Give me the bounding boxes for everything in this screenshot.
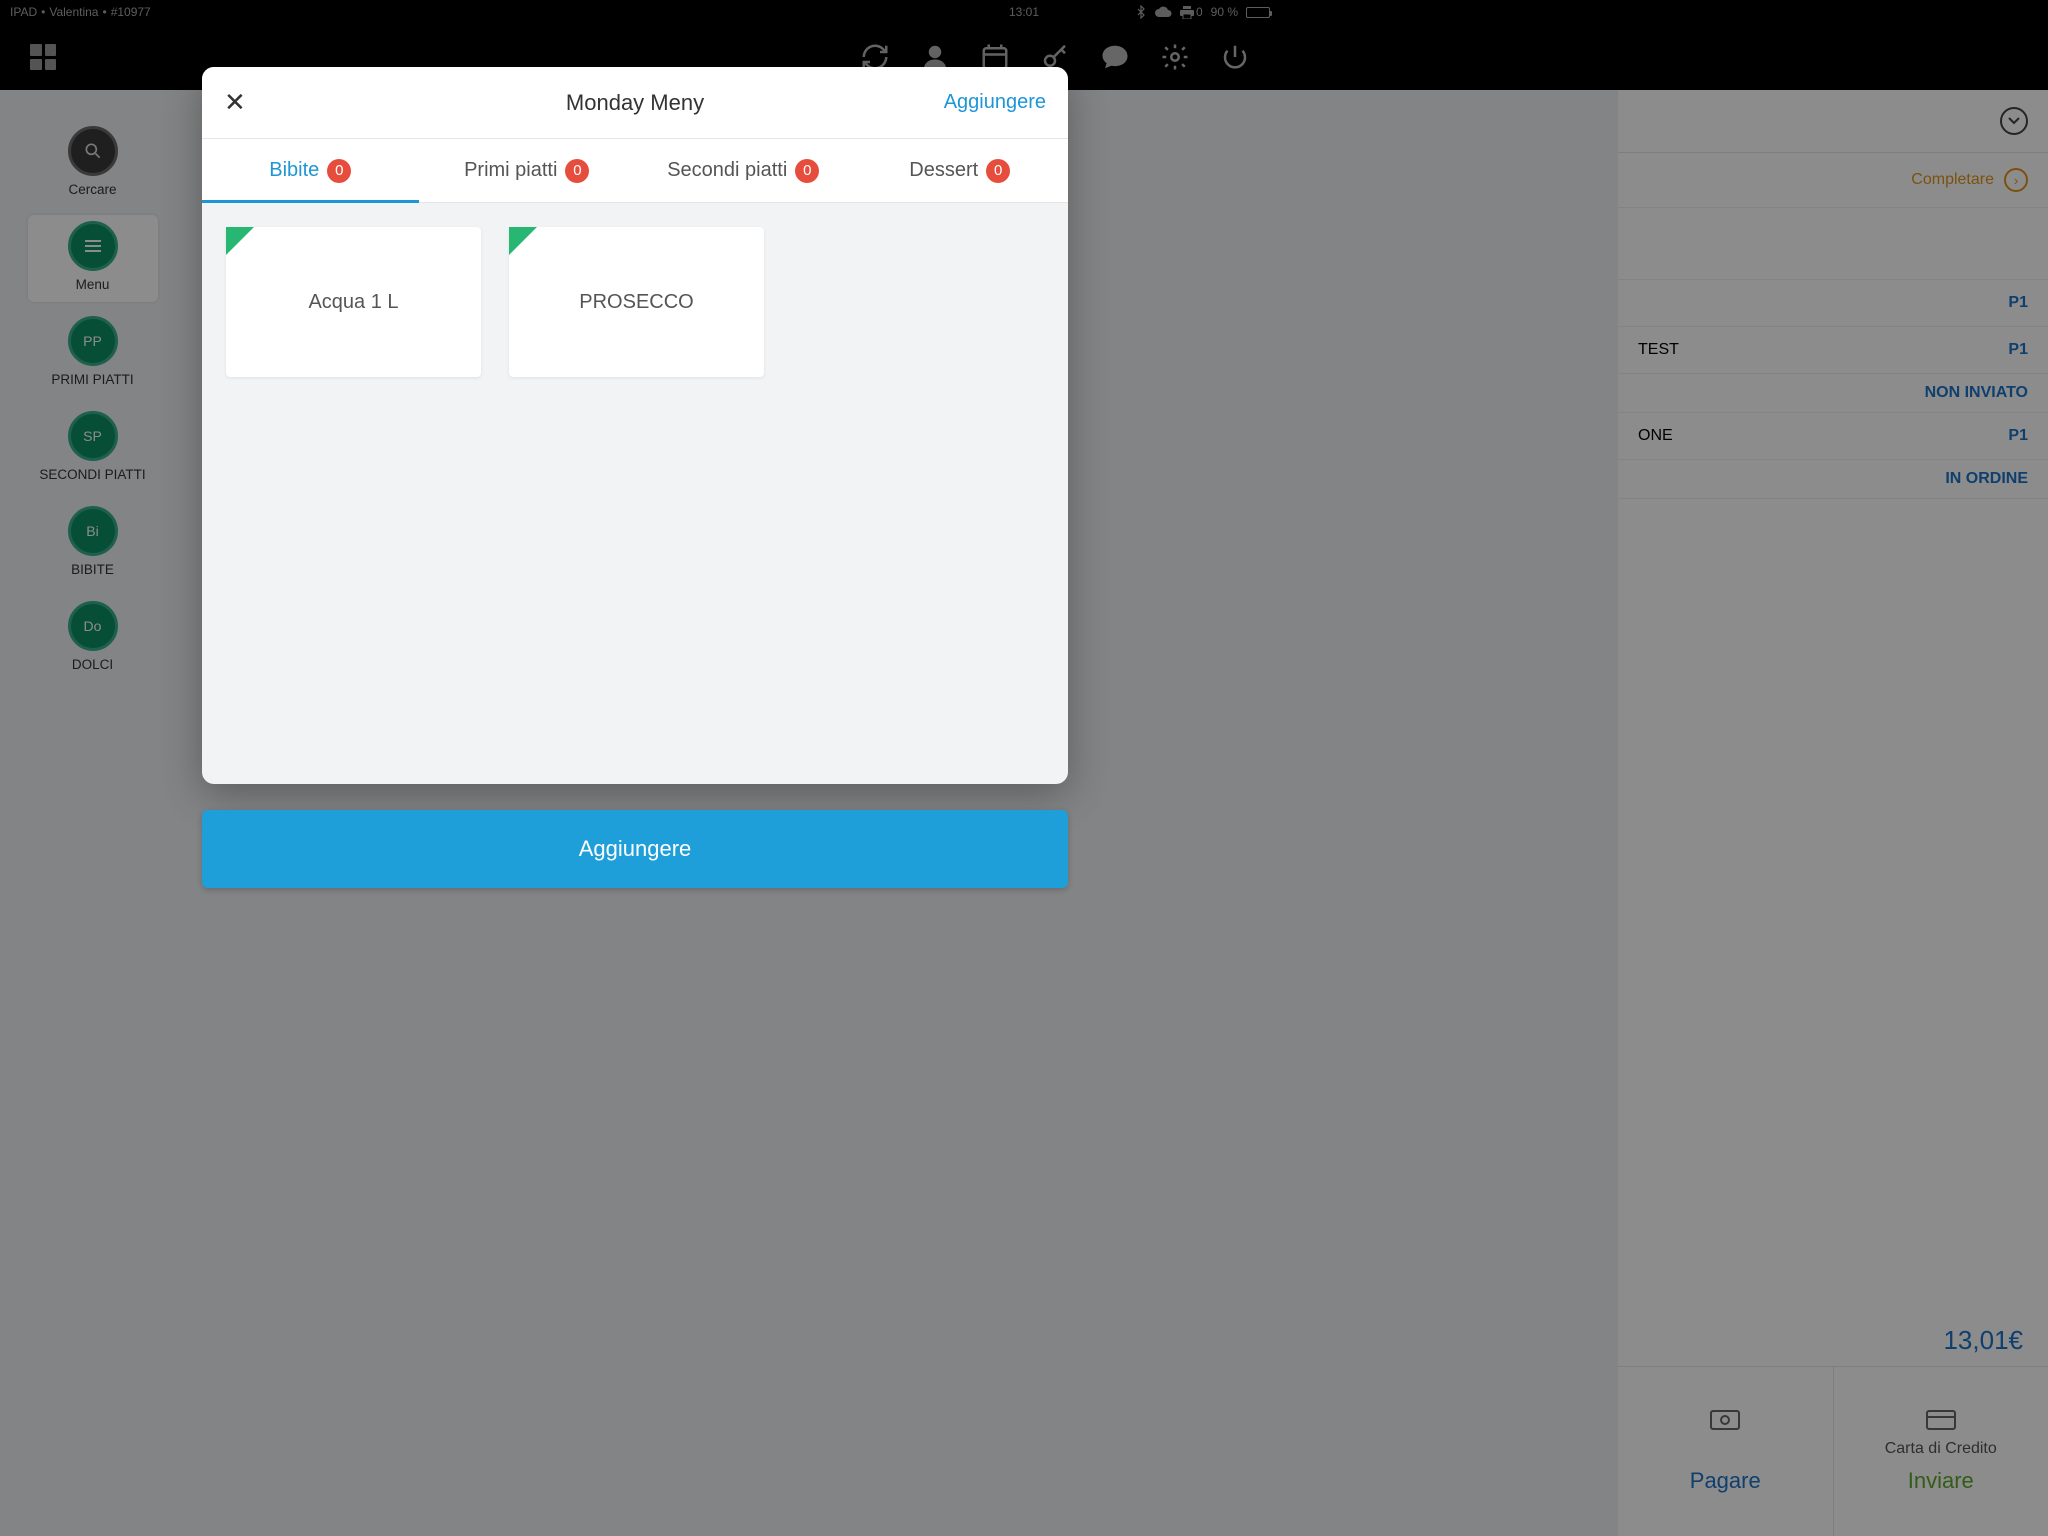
modal-tabs: Bibite 0 Primi piatti 0 Secondi piatti 0… (202, 139, 1068, 203)
tab-primi[interactable]: Primi piatti 0 (419, 139, 636, 202)
count-badge: 0 (565, 159, 589, 183)
tab-dessert[interactable]: Dessert 0 (852, 139, 1069, 202)
count-badge: 0 (986, 159, 1010, 183)
menu-modal: ✕ Monday Meny Aggiungere Bibite 0 Primi … (202, 67, 1068, 784)
selected-corner-icon (226, 227, 254, 255)
count-badge: 0 (795, 159, 819, 183)
close-icon[interactable]: ✕ (224, 87, 246, 118)
add-link[interactable]: Aggiungere (944, 91, 1046, 114)
menu-item-card[interactable]: PROSECCO (509, 227, 764, 377)
selected-corner-icon (509, 227, 537, 255)
tab-bibite[interactable]: Bibite 0 (202, 139, 419, 202)
modal-body: Acqua 1 L PROSECCO (202, 203, 1068, 784)
add-button[interactable]: Aggiungere (202, 810, 1068, 888)
modal-title: Monday Meny (566, 90, 704, 116)
modal-header: ✕ Monday Meny Aggiungere (202, 67, 1068, 139)
tab-secondi[interactable]: Secondi piatti 0 (635, 139, 852, 202)
menu-item-card[interactable]: Acqua 1 L (226, 227, 481, 377)
count-badge: 0 (327, 159, 351, 183)
